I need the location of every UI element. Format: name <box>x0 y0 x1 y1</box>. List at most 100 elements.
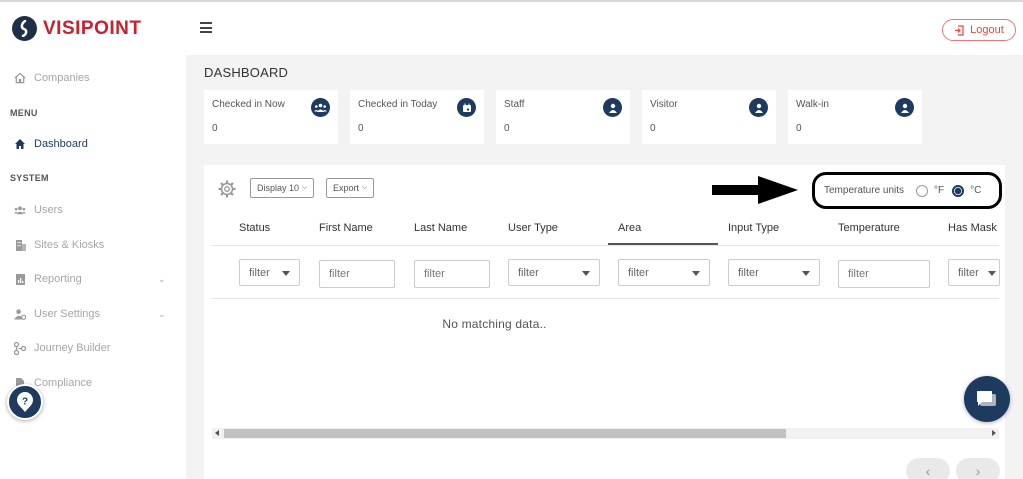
brand-logo[interactable]: VISIPOINT <box>12 16 141 41</box>
column-header-temperature[interactable]: Temperature <box>838 222 900 234</box>
last-name-filter-input[interactable] <box>414 260 490 288</box>
stat-card-staff: Staff 0 <box>496 90 630 144</box>
display-count-label: Display 10 <box>257 183 300 193</box>
column-header-status[interactable]: Status <box>239 222 270 234</box>
filter-placeholder: filter <box>958 266 979 279</box>
input-type-filter-select[interactable]: filter <box>728 259 820 286</box>
logout-icon <box>955 24 964 36</box>
caret-down-icon <box>282 271 290 276</box>
sidebar-item-label: Companies <box>34 72 90 84</box>
stat-card-label: Checked in Today <box>358 99 438 110</box>
home-outline-icon <box>14 72 26 84</box>
column-header-area[interactable]: Area <box>618 222 641 234</box>
svg-text:?: ? <box>22 397 28 408</box>
user-icon <box>603 98 622 117</box>
header-divider <box>212 245 999 246</box>
chevron-down-icon: ⌵ <box>362 184 368 191</box>
sidebar-item-sites-kiosks[interactable]: Sites & Kiosks <box>14 239 104 251</box>
stat-card-value: 0 <box>504 123 510 134</box>
logout-label: Logout <box>970 24 1004 36</box>
sidebar-item-dashboard[interactable]: Dashboard <box>14 138 88 150</box>
filter-row-divider <box>212 298 999 299</box>
user-icon <box>749 98 768 117</box>
users-icon <box>14 204 26 216</box>
stat-card-value: 0 <box>650 123 656 134</box>
stat-card-checked-in-today: Checked in Today 0 <box>350 90 484 144</box>
sidebar-item-label: Compliance <box>34 377 93 389</box>
display-count-button[interactable]: Display 10 ⌵ <box>250 178 315 198</box>
building-icon <box>14 239 26 251</box>
hamburger-icon[interactable] <box>200 22 212 33</box>
radio-fahrenheit-label: °F <box>934 185 945 196</box>
caret-down-icon <box>802 271 810 276</box>
has-mask-filter-select[interactable]: filter <box>948 259 1000 286</box>
stat-card-label: Visitor <box>650 99 678 110</box>
sidebar-heading-system: SYSTEM <box>10 173 49 183</box>
sidebar-heading-menu: MENU <box>10 108 38 118</box>
temperature-units-control: Temperature units °F °C <box>812 172 1002 209</box>
chat-button[interactable] <box>964 376 1010 422</box>
group-icon <box>311 98 330 117</box>
column-header-input-type[interactable]: Input Type <box>728 222 779 234</box>
sidebar-item-label: Dashboard <box>34 138 88 150</box>
sidebar-item-user-settings[interactable]: User Settings <box>14 308 100 320</box>
sidebar-item-companies[interactable]: Companies <box>14 72 90 84</box>
stat-card-label: Staff <box>504 99 525 110</box>
caret-down-icon <box>692 271 700 276</box>
chevron-down-icon[interactable]: ⌄ <box>158 309 166 320</box>
logo-icon <box>12 16 37 41</box>
pagination-next-button[interactable]: › <box>956 458 1000 479</box>
area-filter-select[interactable]: filter <box>618 259 710 286</box>
gear-icon[interactable] <box>218 180 236 201</box>
status-filter-select[interactable]: filter <box>239 259 300 286</box>
empty-table-message: No matching data.. <box>442 317 547 331</box>
filter-placeholder: filter <box>249 266 270 279</box>
sidebar-item-reporting[interactable]: Reporting <box>14 273 82 285</box>
sidebar-item-label: Reporting <box>34 273 82 285</box>
help-icon: ? <box>17 392 33 412</box>
calendar-icon <box>457 98 476 117</box>
radio-celsius-label: °C <box>970 185 982 196</box>
report-icon <box>14 273 26 285</box>
export-label: Export <box>333 183 360 193</box>
sidebar-item-journey-builder[interactable]: Journey Builder <box>14 341 110 355</box>
logout-button[interactable]: Logout <box>942 19 1016 41</box>
filter-placeholder: filter <box>518 266 539 279</box>
sidebar-item-label: User Settings <box>34 308 101 320</box>
sort-indicator <box>608 243 718 245</box>
pagination-prev-button[interactable]: ‹ <box>906 458 950 479</box>
column-header-last-name[interactable]: Last Name <box>414 222 467 234</box>
sidebar-item-label: Users <box>34 204 63 216</box>
help-button[interactable]: ? <box>7 384 43 420</box>
export-button[interactable]: Export ⌵ <box>326 178 375 198</box>
chevron-down-icon: ⌵ <box>302 184 308 191</box>
annotation-arrow-icon <box>712 175 798 208</box>
scrollbar-thumb[interactable] <box>224 429 786 438</box>
column-header-has-mask[interactable]: Has Mask <box>948 222 997 234</box>
stat-card-value: 0 <box>212 123 218 134</box>
radio-celsius[interactable] <box>952 184 965 197</box>
home-icon <box>14 138 26 150</box>
stat-card-label: Walk-in <box>796 99 829 110</box>
chat-icon <box>977 391 996 406</box>
user-type-filter-select[interactable]: filter <box>508 259 600 286</box>
scroll-left-icon[interactable] <box>215 430 219 436</box>
column-header-first-name[interactable]: First Name <box>319 222 373 234</box>
stat-card-value: 0 <box>358 123 364 134</box>
temperature-filter-input[interactable] <box>838 260 930 288</box>
column-header-user-type[interactable]: User Type <box>508 222 558 234</box>
sidebar-item-users[interactable]: Users <box>14 204 63 216</box>
horizontal-scrollbar[interactable] <box>212 428 999 439</box>
caret-down-icon <box>582 271 590 276</box>
user-icon <box>895 98 914 117</box>
first-name-filter-input[interactable] <box>319 260 395 288</box>
stat-card-value: 0 <box>796 123 802 134</box>
stat-card-label: Checked in Now <box>212 99 285 110</box>
top-bar: VISIPOINT Logout <box>0 0 1023 55</box>
scroll-right-icon[interactable] <box>992 430 996 436</box>
route-icon <box>14 341 26 355</box>
user-cog-icon <box>14 308 26 320</box>
brand-name: VISIPOINT <box>43 17 142 39</box>
radio-fahrenheit[interactable] <box>916 184 929 197</box>
chevron-down-icon[interactable]: ⌄ <box>158 274 166 285</box>
